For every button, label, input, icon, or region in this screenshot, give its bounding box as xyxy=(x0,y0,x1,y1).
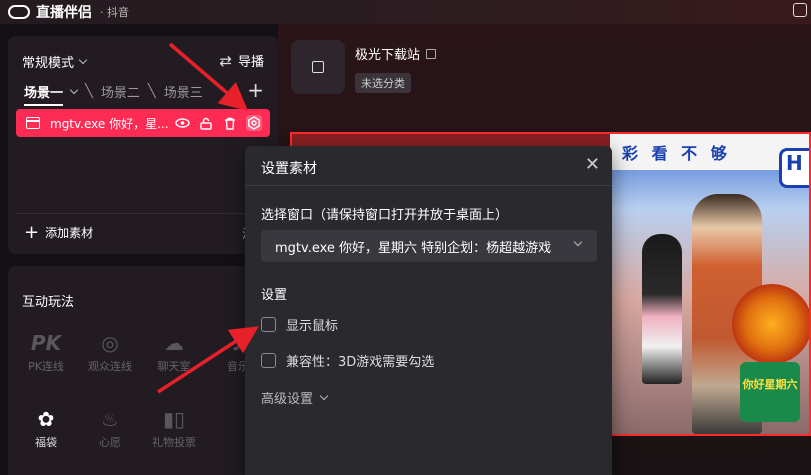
video-person-1 xyxy=(642,234,682,384)
interactive-panel: 互动玩法 PK PK连线 ◎ 观众连线 ☁ 聊天室 ♪ 音乐 ✿ 福袋 ♨ 心愿… xyxy=(8,266,278,475)
tool-label: 福袋 xyxy=(35,436,57,449)
vote-bars-icon: ▮▯ xyxy=(162,407,185,431)
guide-button[interactable]: ⇄ 导播 xyxy=(219,51,264,71)
chevron-down-icon xyxy=(78,55,88,65)
category-tag[interactable]: 未选分类 xyxy=(355,73,411,93)
video-banner-text: 彩 看 不 够 xyxy=(622,144,731,163)
compat-option[interactable]: 兼容性：3D游戏需要勾选 xyxy=(261,351,434,370)
settings-gear-icon[interactable] xyxy=(246,115,262,131)
show-cursor-checkbox[interactable] xyxy=(261,317,276,332)
tool-label: 心愿 xyxy=(99,436,121,449)
divider xyxy=(245,185,612,186)
compat-label: 兼容性：3D游戏需要勾选 xyxy=(286,355,435,370)
add-scene-button[interactable]: + xyxy=(247,78,264,102)
tool-chatroom[interactable]: ☁ 聊天室 xyxy=(146,330,202,374)
scene-panel: 常规模式 ⇄ 导播 场景一 ╲ 场景二 ╲ 场景三 + mgtv.exe 你好，… xyxy=(8,36,278,254)
window-icon xyxy=(26,117,40,129)
platform-label: · 抖音 xyxy=(100,6,129,19)
show-logo: 你好星期六 xyxy=(740,362,800,422)
tab-scene-3[interactable]: 场景三 xyxy=(164,82,203,101)
app-name: 直播伴侣 xyxy=(36,5,92,21)
close-icon[interactable]: ✕ xyxy=(585,154,600,175)
link-icon: ◎ xyxy=(101,331,119,355)
scene-tabs: 场景一 ╲ 场景二 ╲ 场景三 xyxy=(24,82,203,106)
tool-gift-vote[interactable]: ▮▯ 礼物投票 xyxy=(146,406,202,450)
tool-pk[interactable]: PK PK连线 xyxy=(18,330,74,374)
swap-icon: ⇄ xyxy=(219,51,232,70)
tab-scene-2[interactable]: 场景二 xyxy=(101,82,140,101)
add-source-label: 添加素材 xyxy=(45,226,94,240)
tool-audience-link[interactable]: ◎ 观众连线 xyxy=(82,330,138,374)
source-name: mgtv.exe 你好，星... xyxy=(50,116,168,131)
divider xyxy=(16,213,270,214)
chevron-down-icon[interactable] xyxy=(69,85,79,95)
source-item[interactable]: mgtv.exe 你好，星... xyxy=(16,109,270,137)
compat-checkbox[interactable] xyxy=(261,353,276,368)
tool-lucky-bag[interactable]: ✿ 福袋 xyxy=(18,406,74,450)
tab-separator: ╲ xyxy=(85,84,93,99)
chevron-down-icon xyxy=(319,391,329,401)
tool-label: 观众连线 xyxy=(88,360,132,373)
window-select[interactable]: mgtv.exe 你好，星期六 特别企划：杨超越游戏 xyxy=(261,230,597,262)
delete-icon[interactable] xyxy=(222,115,238,131)
tool-label: 礼物投票 xyxy=(152,436,196,449)
tool-label: 聊天室 xyxy=(157,360,191,373)
video-logo-badge: H xyxy=(779,148,809,188)
video-flowers xyxy=(732,284,809,364)
material-thumbnail[interactable] xyxy=(291,40,345,94)
tool-wish[interactable]: ♨ 心愿 xyxy=(82,406,138,450)
dialog-title: 设置素材 xyxy=(261,161,317,177)
plus-icon: + xyxy=(24,221,40,243)
source-settings-dialog: 设置素材 ✕ 选择窗口（请保持窗口打开并放于桌面上） mgtv.exe 你好，星… xyxy=(245,146,612,475)
lucky-bag-icon: ✿ xyxy=(37,407,55,431)
add-source-button[interactable]: + 添加素材 xyxy=(24,221,94,243)
settings-label: 设置 xyxy=(261,288,288,303)
window-select-label: 选择窗口（请保持窗口打开并放于桌面上） xyxy=(261,208,509,223)
chevron-down-icon xyxy=(573,237,583,247)
tab-separator: ╲ xyxy=(147,84,156,99)
edit-icon xyxy=(312,61,324,73)
panel-title: 互动玩法 xyxy=(22,295,75,310)
wish-lamp-icon: ♨ xyxy=(101,407,119,431)
mode-label: 常规模式 xyxy=(22,56,75,71)
tool-label: PK连线 xyxy=(28,360,64,373)
stats-icon[interactable] xyxy=(793,3,807,17)
edit-title-icon[interactable] xyxy=(426,48,437,59)
show-cursor-label: 显示鼠标 xyxy=(286,319,339,334)
app-brand: 直播伴侣 · 抖音 xyxy=(8,2,129,22)
advanced-settings-toggle[interactable]: 高级设置 xyxy=(261,388,329,407)
window-select-value: mgtv.exe 你好，星期六 特别企划：杨超越游戏 xyxy=(275,240,552,256)
pk-icon: PK xyxy=(30,331,62,355)
title-bar: 直播伴侣 · 抖音 xyxy=(0,0,811,24)
app-logo-icon xyxy=(8,5,30,19)
advanced-settings-label: 高级设置 xyxy=(261,392,314,407)
chat-icon: ☁ xyxy=(164,331,184,355)
unlock-icon[interactable] xyxy=(198,115,214,131)
guide-label: 导播 xyxy=(237,55,264,70)
material-title: 极光下载站 xyxy=(355,48,421,63)
eye-icon[interactable] xyxy=(174,115,190,131)
show-cursor-option[interactable]: 显示鼠标 xyxy=(261,315,338,334)
mode-selector[interactable]: 常规模式 xyxy=(22,52,88,71)
material-header: 极光下载站 未选分类 xyxy=(291,40,437,94)
tab-scene-1[interactable]: 场景一 xyxy=(24,82,64,106)
